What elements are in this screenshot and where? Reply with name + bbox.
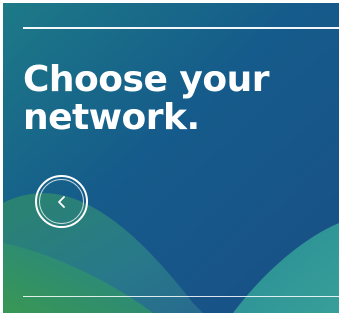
bottom-divider [23, 296, 339, 297]
background-gradient-shapes [3, 3, 339, 313]
network-selection-panel: Choose your network. [3, 3, 339, 313]
page-title: Choose your network. [23, 59, 269, 138]
chevron-left-icon [57, 195, 66, 209]
back-button[interactable] [35, 175, 88, 228]
top-divider [23, 27, 339, 29]
